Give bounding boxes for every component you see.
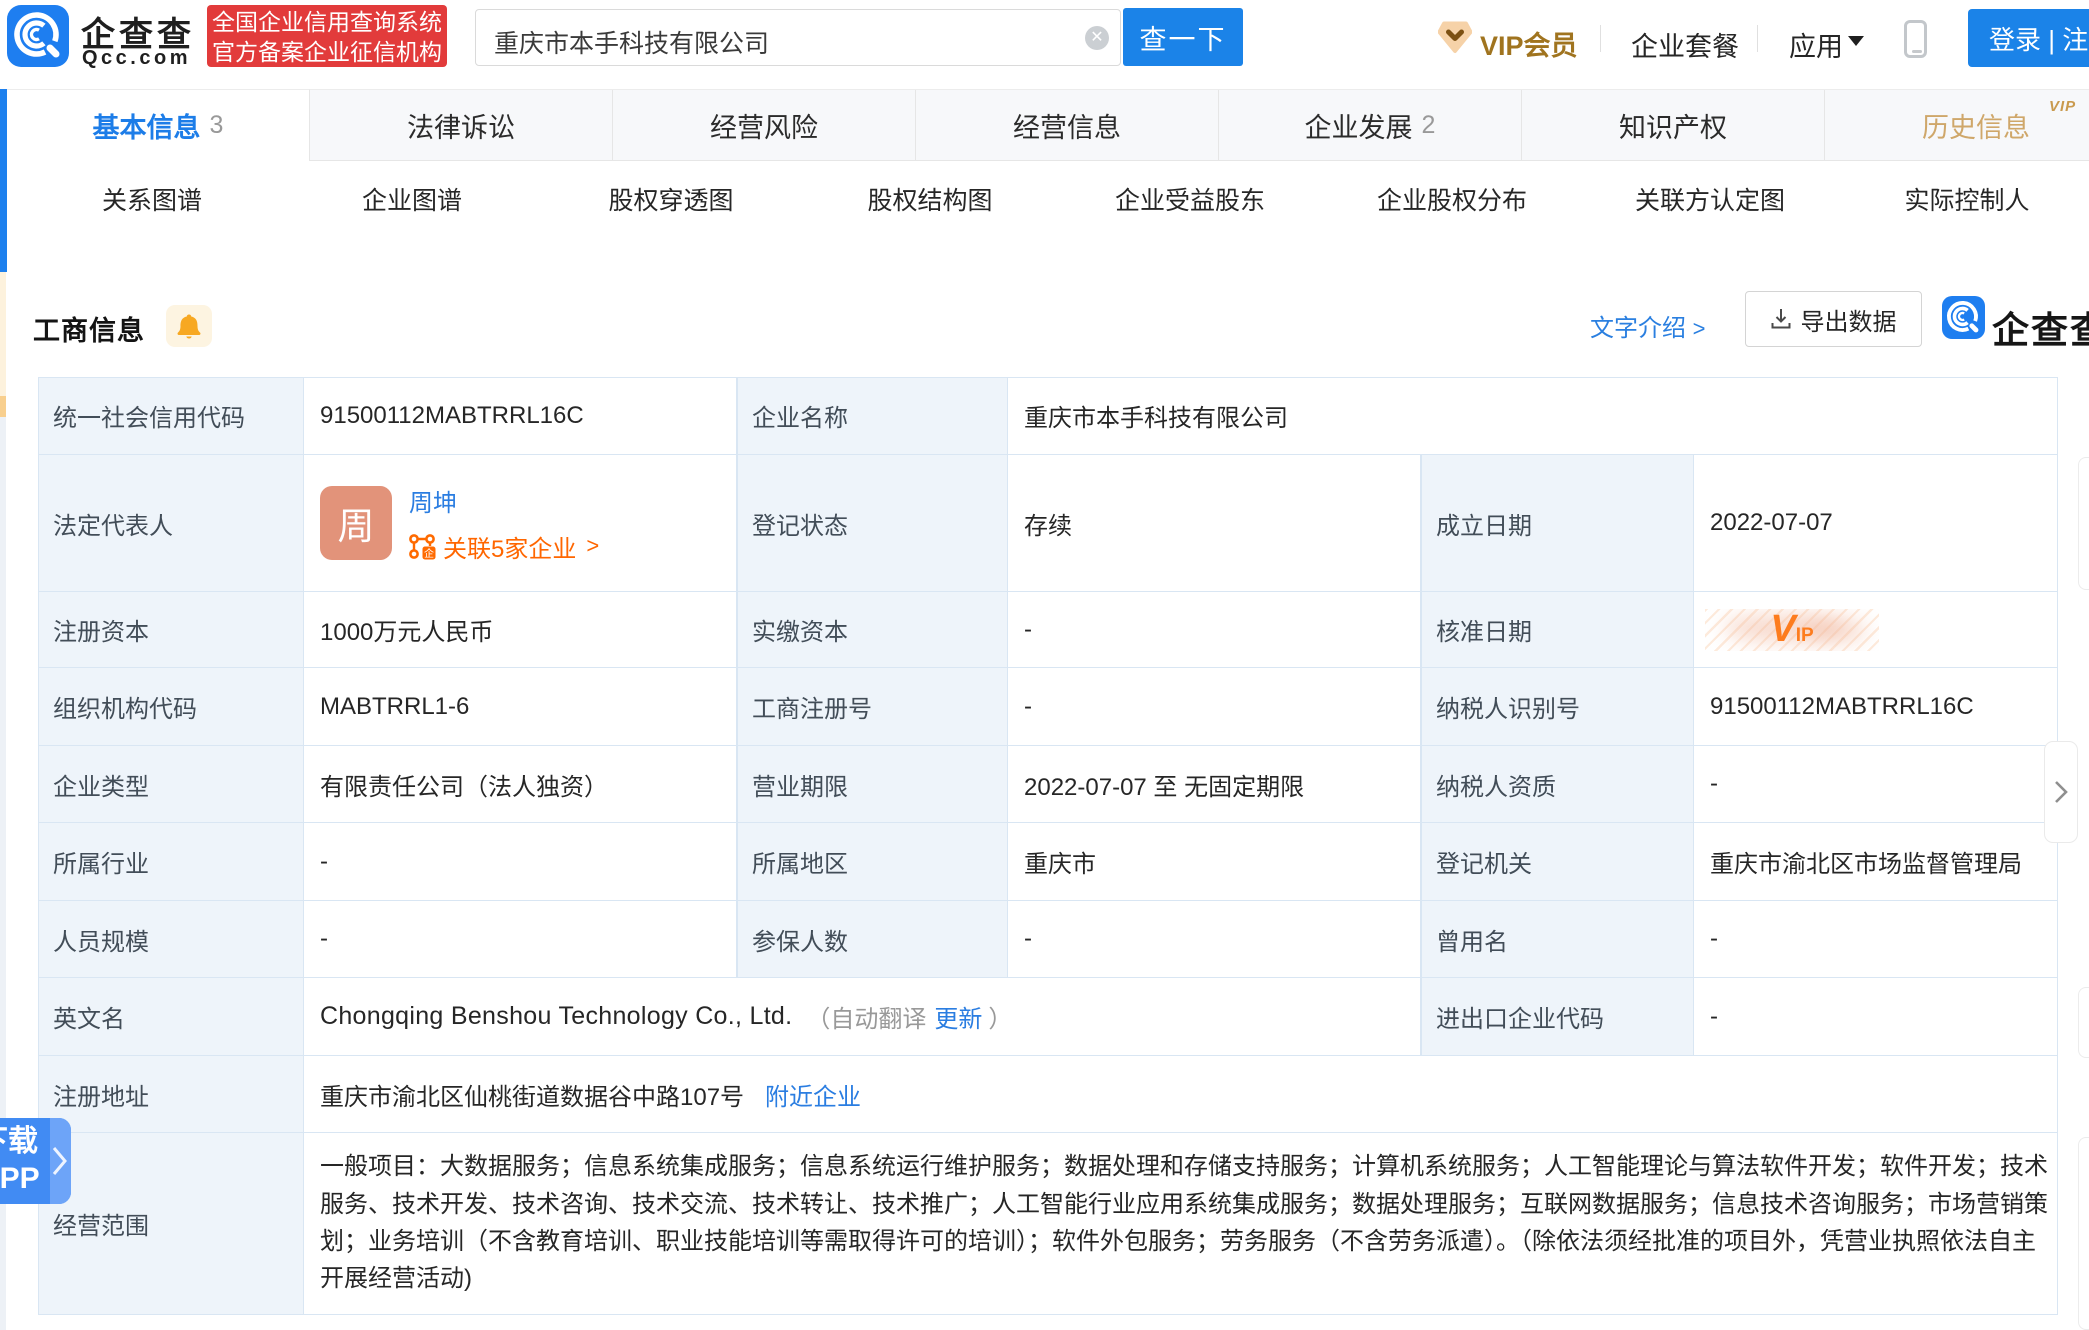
- svg-text:企: 企: [424, 547, 434, 560]
